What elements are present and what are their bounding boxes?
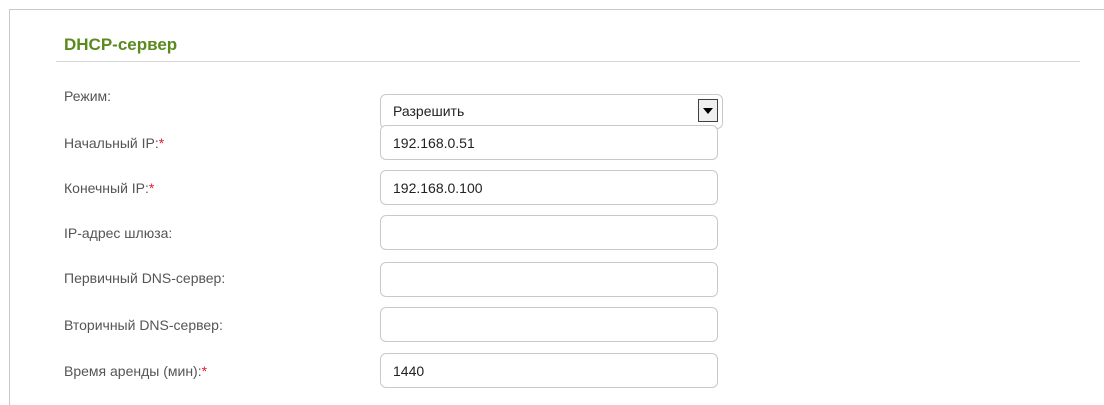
lease-time-input[interactable] xyxy=(380,353,718,388)
secondary-dns-row: Вторичный DNS-сервер: xyxy=(0,307,1104,357)
lease-time-label: Время аренды (мин):* xyxy=(64,363,208,379)
start-ip-input[interactable] xyxy=(380,125,718,160)
primary-dns-row: Первичный DNS-сервер: xyxy=(0,262,1104,310)
gateway-row: IP-адрес шлюза: xyxy=(0,215,1104,265)
end-ip-row: Конечный IP:* xyxy=(0,170,1104,220)
end-ip-label: Конечный IP:* xyxy=(64,180,155,196)
mode-label: Режим: xyxy=(64,88,112,104)
section-title: DHCP-сервер xyxy=(64,35,178,54)
section-divider xyxy=(56,61,1080,62)
mode-row: Режим: Разрешить xyxy=(0,88,1104,129)
gateway-label: IP-адрес шлюза: xyxy=(64,225,173,241)
chevron-down-icon[interactable] xyxy=(698,99,718,122)
mode-select-value: Разрешить xyxy=(393,103,465,119)
required-mark: * xyxy=(148,180,155,196)
secondary-dns-label: Вторичный DNS-сервер: xyxy=(64,317,223,333)
primary-dns-label: Первичный DNS-сервер: xyxy=(64,270,226,286)
end-ip-input[interactable] xyxy=(380,170,718,205)
secondary-dns-input[interactable] xyxy=(380,307,718,342)
lease-time-row: Время аренды (мин):* xyxy=(0,353,1104,403)
required-mark: * xyxy=(201,363,208,379)
required-mark: * xyxy=(158,135,165,151)
primary-dns-input[interactable] xyxy=(380,262,718,297)
mode-select[interactable]: Разрешить xyxy=(380,94,723,129)
start-ip-row: Начальный IP:* xyxy=(0,125,1104,175)
gateway-input[interactable] xyxy=(380,215,718,250)
start-ip-label: Начальный IP:* xyxy=(64,135,165,151)
